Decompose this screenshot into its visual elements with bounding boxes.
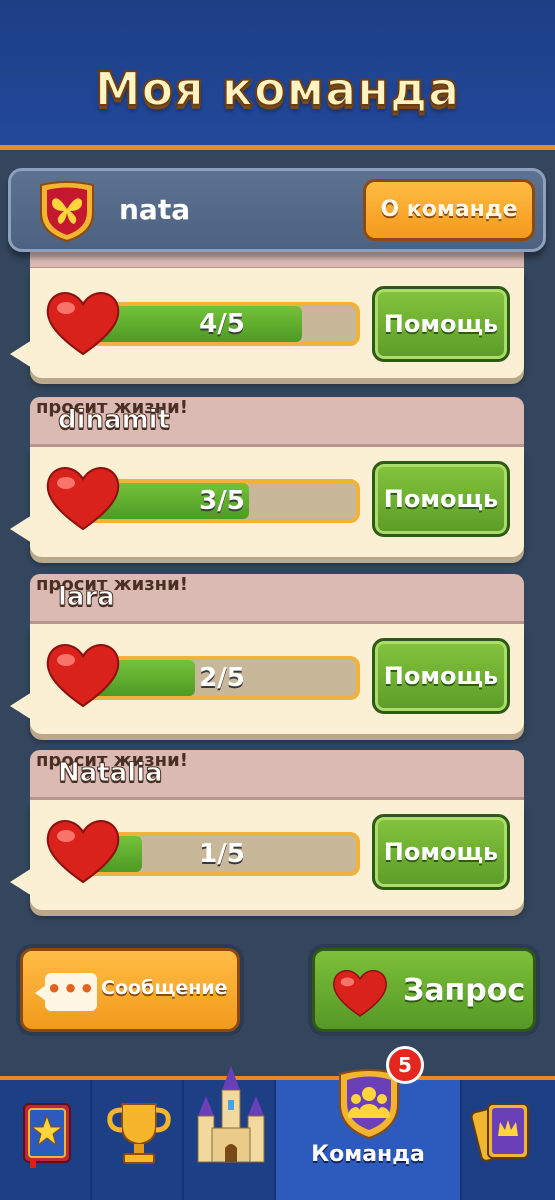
help-button[interactable]: Помощь <box>372 286 510 362</box>
speech-tail <box>10 868 32 896</box>
lives-bar: 2/5 <box>84 656 360 700</box>
help-button[interactable]: Помощь <box>372 461 510 537</box>
lives-count: 1/5 <box>199 839 245 869</box>
cards-icon <box>470 1103 529 1162</box>
heart-icon <box>46 820 120 884</box>
request-lives-button[interactable]: Запрос <box>308 944 540 1036</box>
heart-icon <box>46 644 120 708</box>
speech-tail <box>10 515 32 543</box>
notification-badge: 5 <box>386 1046 424 1084</box>
card-body: 3/5 Помощь <box>10 447 524 557</box>
about-team-button[interactable]: О команде <box>363 179 535 241</box>
lives-bar: 4/5 <box>84 302 360 346</box>
team-emblem-icon <box>40 181 94 243</box>
help-button[interactable]: Помощь <box>372 638 510 714</box>
heart-icon <box>333 970 387 1017</box>
heart-icon <box>46 292 120 356</box>
nav-item-team-label: Команда <box>311 1142 425 1167</box>
message-button-label: Сообщение <box>101 977 228 999</box>
header: Моя команда <box>0 0 555 150</box>
player-name: dinamit <box>57 405 171 436</box>
trophy-icon <box>107 1103 171 1164</box>
page-title: Моя команда <box>94 61 461 117</box>
nav-item-events[interactable] <box>0 1080 92 1200</box>
star-book-icon <box>23 1103 71 1168</box>
bottom-nav: Команда <box>0 1066 555 1200</box>
nav-item-leaderboard[interactable] <box>92 1080 184 1200</box>
speech-tail <box>10 692 32 720</box>
speech-tail <box>10 340 32 368</box>
card-header: Natalia просит жизни! <box>30 750 524 800</box>
lives-count: 3/5 <box>199 486 245 516</box>
castle-icon <box>197 1066 265 1163</box>
message-button-face: ••• Сообщение <box>20 948 240 1032</box>
nav-item-team[interactable]: Команда <box>276 1069 462 1200</box>
player-name: lara <box>58 582 116 613</box>
request-button-face: Запрос <box>312 948 536 1032</box>
request-button-label: Запрос <box>403 973 526 1008</box>
team-bar: nata О команде <box>8 168 546 252</box>
lives-bar: 3/5 <box>84 479 360 523</box>
player-name: Natalia <box>58 758 164 789</box>
card-header: dinamit просит жизни! <box>30 397 524 447</box>
heart-icon <box>46 467 120 531</box>
help-button[interactable]: Помощь <box>372 814 510 890</box>
team-name: nata <box>119 193 191 226</box>
chat-bubble-icon: ••• <box>35 973 97 1011</box>
lives-count: 4/5 <box>199 309 245 339</box>
card-body: 4/5 Помощь <box>10 268 524 378</box>
message-button[interactable]: ••• Сообщение <box>16 944 244 1036</box>
card-body: 2/5 Помощь <box>10 624 524 734</box>
nav-item-collection[interactable] <box>462 1080 555 1200</box>
card-header: lara просит жизни! <box>30 574 524 624</box>
lives-count: 2/5 <box>199 663 245 693</box>
card-body: 1/5 Помощь <box>10 800 524 910</box>
lives-bar: 1/5 <box>84 832 360 876</box>
nav-item-home[interactable] <box>184 1066 276 1200</box>
